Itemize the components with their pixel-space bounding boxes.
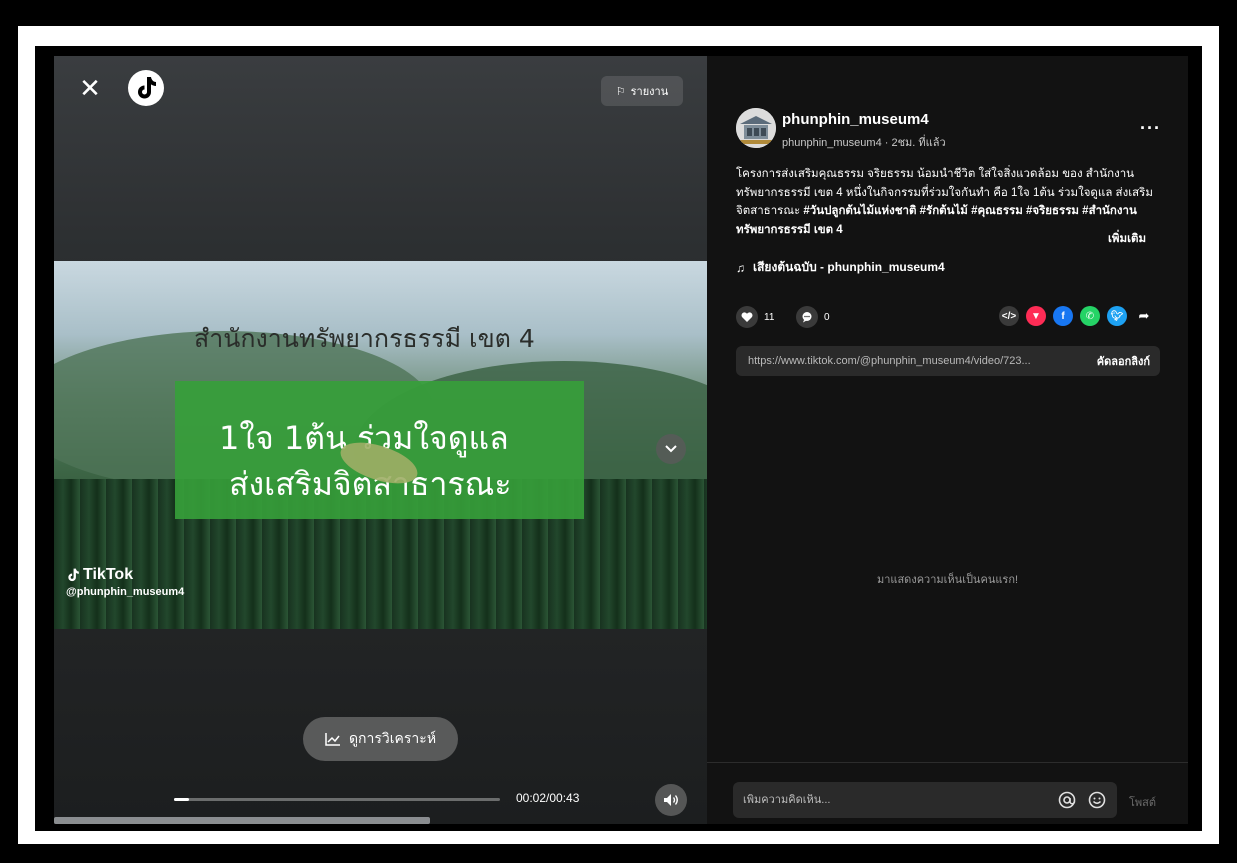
tiktok-note-icon	[68, 568, 79, 582]
video-player[interactable]: สำนักงานทรัพยากรธรรมี เขต 4 1ใจ 1ต้น ร่ว…	[54, 261, 707, 629]
timecode: 00:02/00:43	[516, 791, 580, 805]
see-more-link[interactable]: เพิ่มเติม	[1108, 230, 1146, 248]
post-comment-button[interactable]: โพสต์	[1129, 793, 1156, 811]
more-options-icon[interactable]: ···	[1140, 118, 1161, 139]
comment-composer	[733, 782, 1117, 818]
whatsapp-icon[interactable]: ✆	[1080, 306, 1100, 326]
twitter-icon[interactable]: 🐦︎	[1107, 306, 1127, 326]
heart-icon[interactable]	[736, 306, 758, 328]
emoji-icon[interactable]	[1087, 790, 1107, 810]
like-count: 11	[764, 311, 775, 323]
comment-bubble-icon[interactable]	[796, 306, 818, 328]
post-details-panel: phunphin_museum4 phunphin_museum4 · 2ชม.…	[707, 56, 1188, 824]
share-actions: </> ▼ f ✆ 🐦︎ ➦	[999, 306, 1154, 326]
chevron-down-icon	[665, 445, 677, 453]
video-link-box: https://www.tiktok.com/@phunphin_museum4…	[736, 346, 1160, 376]
embed-code-icon[interactable]: </>	[999, 306, 1019, 326]
copy-link-button[interactable]: คัดลอกลิงก์	[1097, 352, 1150, 370]
post-caption: โครงการส่งเสริมคุณธรรม จริยธรรม น้อมนำชี…	[736, 165, 1162, 239]
view-analytics-button[interactable]: ดูการวิเคราะห์	[303, 717, 458, 761]
tiktok-watermark: TikTok @phunphin_museum4	[66, 566, 184, 598]
watermark-username: @phunphin_museum4	[66, 586, 185, 598]
comment-stat: 0	[796, 306, 830, 328]
divider	[707, 762, 1188, 763]
progress-fill	[174, 798, 190, 801]
empty-comments-message: มาแสดงความเห็นเป็นคนแรก!	[876, 574, 1019, 586]
send-to-friends-icon[interactable]: ▼	[1026, 306, 1046, 326]
speaker-icon	[664, 794, 678, 806]
post-subline: phunphin_museum4 · 2ชม. ที่แล้ว	[782, 137, 946, 149]
comment-count: 0	[824, 311, 830, 323]
volume-button[interactable]	[655, 784, 687, 816]
close-icon[interactable]: ✕	[74, 72, 106, 104]
progress-bar[interactable]	[174, 798, 500, 801]
report-label: รายงาน	[630, 86, 669, 98]
video-link-text[interactable]: https://www.tiktok.com/@phunphin_museum4…	[748, 355, 1089, 367]
username[interactable]: phunphin_museum4	[782, 111, 929, 128]
watermark-brand: TikTok	[83, 566, 134, 583]
analytics-chart-icon	[325, 733, 340, 746]
mention-icon[interactable]	[1057, 790, 1077, 810]
sound-link[interactable]: ♫ เสียงต้นฉบับ - phunphin_museum4	[736, 258, 945, 277]
video-heading: สำนักงานทรัพยากรธรรมี เขต 4	[194, 324, 535, 353]
flag-icon: ⚐	[615, 85, 626, 98]
video-pane: ✕ ⚐ รายงาน สำนักงานทรัพยากรธรรมี เขต 4 1…	[54, 56, 707, 824]
like-stat: 11	[736, 306, 774, 328]
next-video-button[interactable]	[656, 434, 686, 464]
share-arrow-icon[interactable]: ➦	[1134, 306, 1154, 326]
tiktok-logo-icon[interactable]	[128, 70, 164, 106]
report-button[interactable]: ⚐ รายงาน	[601, 76, 683, 106]
sound-label: เสียงต้นฉบับ - phunphin_museum4	[753, 260, 945, 274]
analytics-label: ดูการวิเคราะห์	[348, 730, 437, 746]
music-note-icon: ♫	[736, 260, 745, 275]
comment-input[interactable]	[743, 794, 1047, 806]
facebook-icon[interactable]: f	[1053, 306, 1073, 326]
scroll-strip	[54, 817, 430, 824]
avatar[interactable]	[736, 108, 776, 148]
